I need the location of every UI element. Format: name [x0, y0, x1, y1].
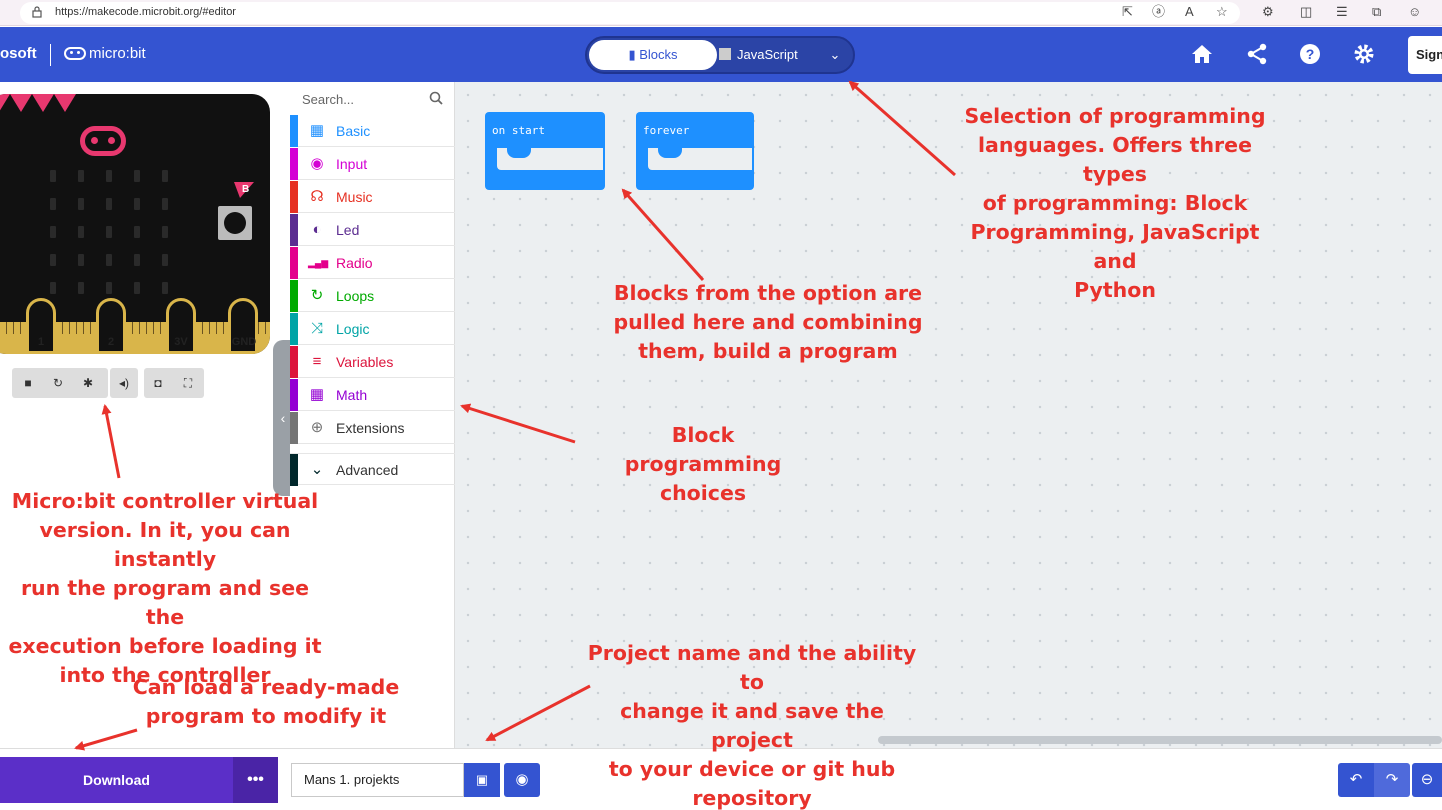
- arrow-to-simulator-controls: [101, 404, 121, 479]
- arrow-to-toolbox: [460, 403, 576, 444]
- annotation-arrows: [74, 80, 956, 751]
- arrow-to-workspace: [621, 188, 705, 281]
- arrow-to-download: [74, 728, 138, 751]
- arrow-to-language-toggle: [848, 80, 956, 177]
- arrow-to-project-name: [485, 684, 591, 742]
